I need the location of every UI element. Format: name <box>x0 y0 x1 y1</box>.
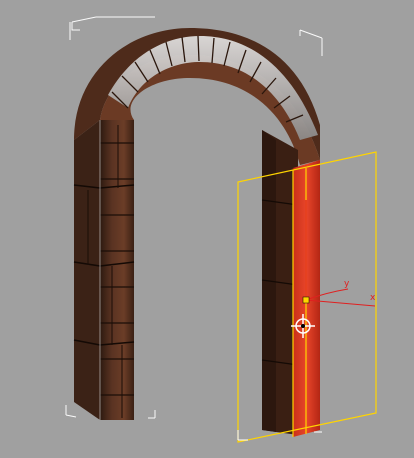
gizmo-y-label: y <box>344 279 350 289</box>
gizmo-pivot[interactable] <box>302 296 310 304</box>
3d-viewport[interactable]: y x <box>0 0 414 458</box>
viewport-canvas[interactable]: y x <box>0 0 414 458</box>
gizmo-x-label: x <box>370 293 376 303</box>
left-pillar[interactable] <box>73 120 135 420</box>
